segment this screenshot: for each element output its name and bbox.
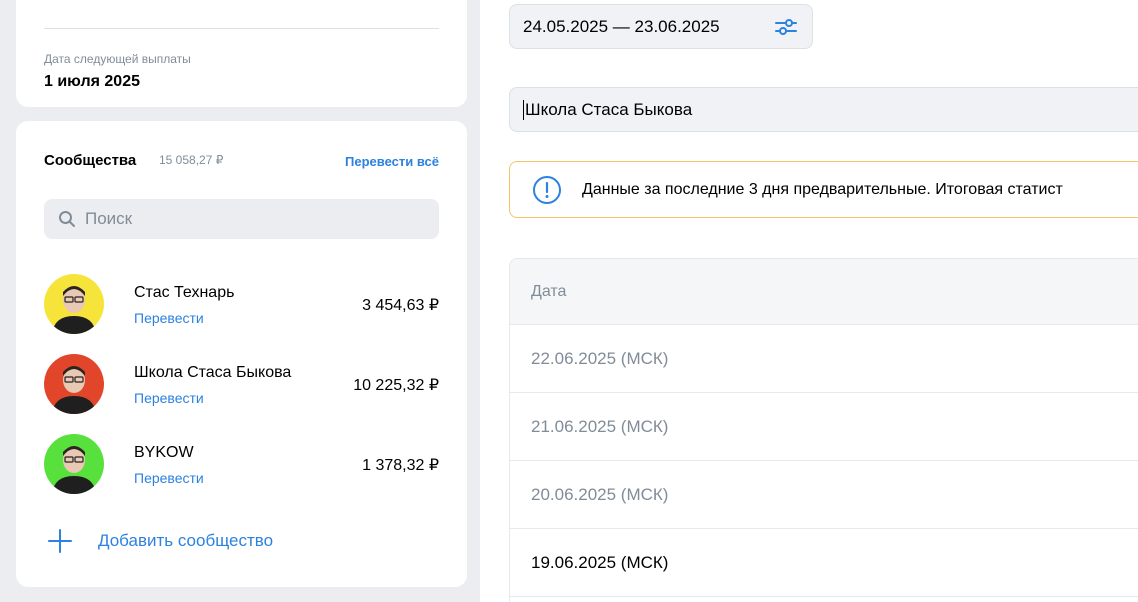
table-row[interactable]: 22.06.2025 (МСК) [510, 325, 1138, 393]
row-date: 20.06.2025 (МСК) [531, 484, 669, 504]
row-date: 19.06.2025 (МСК) [531, 552, 669, 572]
payout-card: Дата следующей выплаты 1 июля 2025 [16, 0, 467, 107]
info-icon [533, 175, 561, 204]
community-name: Школа Стаса Быкова [134, 364, 292, 381]
transfer-link[interactable]: Перевести [134, 310, 204, 326]
filter-settings-icon[interactable] [774, 17, 798, 37]
community-avatar[interactable] [44, 274, 104, 334]
community-avatar[interactable] [44, 434, 104, 494]
date-range-picker[interactable]: 24.05.2025 — 23.06.2025 [509, 4, 813, 49]
community-item[interactable]: BYKOW Перевести 1 378,32 ₽ [44, 434, 439, 496]
community-select-value: Школа Стаса Быкова [523, 99, 693, 120]
community-amount: 1 378,32 ₽ [362, 457, 439, 474]
community-name: Стас Технарь [134, 284, 235, 301]
stats-table: Дата 22.06.2025 (МСК) 21.06.2025 (МСК) 2… [509, 258, 1138, 602]
community-amount: 10 225,32 ₽ [353, 377, 439, 394]
search-box[interactable] [44, 199, 439, 239]
plus-icon [46, 527, 74, 555]
row-date: 22.06.2025 (МСК) [531, 348, 669, 368]
table-row[interactable]: 21.06.2025 (МСК) [510, 393, 1138, 461]
add-community-label: Добавить сообщество [98, 531, 274, 550]
add-community-button[interactable]: Добавить сообщество [46, 527, 273, 555]
communities-total: 15 058,27 ₽ [159, 153, 224, 167]
community-amount: 3 454,63 ₽ [362, 297, 439, 314]
table-header: Дата [510, 259, 1138, 325]
communities-card: Сообщества 15 058,27 ₽ Перевести всё Ста… [16, 121, 467, 587]
preliminary-data-notice: Данные за последние 3 дня предварительны… [509, 161, 1138, 218]
notice-text: Данные за последние 3 дня предварительны… [582, 180, 1063, 198]
transfer-link[interactable]: Перевести [134, 470, 204, 486]
transfer-link[interactable]: Перевести [134, 390, 204, 406]
table-row[interactable]: 19.06.2025 (МСК) [510, 529, 1138, 597]
search-icon [59, 211, 75, 227]
divider [44, 28, 439, 29]
community-item[interactable]: Школа Стаса Быкова Перевести 10 225,32 ₽ [44, 354, 439, 416]
row-date: 21.06.2025 (МСК) [531, 416, 669, 436]
next-payout-label: Дата следующей выплаты [44, 52, 191, 66]
date-range-value: 24.05.2025 — 23.06.2025 [523, 16, 720, 36]
community-name: BYKOW [134, 444, 194, 461]
next-payout-date: 1 июля 2025 [44, 73, 140, 90]
column-header-date[interactable]: Дата [531, 283, 566, 301]
communities-title: Сообщества [44, 152, 137, 169]
search-input[interactable] [85, 209, 405, 229]
community-item[interactable]: Стас Технарь Перевести 3 454,63 ₽ [44, 274, 439, 336]
transfer-all-link[interactable]: Перевести всё [345, 154, 439, 169]
community-avatar[interactable] [44, 354, 104, 414]
community-select[interactable]: Школа Стаса Быкова [509, 87, 1138, 132]
table-row[interactable]: 20.06.2025 (МСК) [510, 461, 1138, 529]
